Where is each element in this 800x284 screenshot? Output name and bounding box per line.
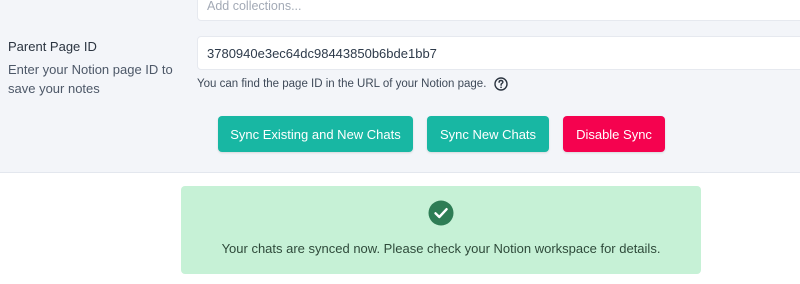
check-circle-icon [428,200,454,226]
disable-sync-button[interactable]: Disable Sync [563,116,665,152]
sync-existing-and-new-button[interactable]: Sync Existing and New Chats [218,116,413,152]
parent-page-id-input[interactable] [197,36,800,70]
parent-page-id-label: Parent Page ID [8,39,97,54]
sync-success-message: Your chats are synced now. Please check … [221,241,661,256]
page-id-hint-text: You can find the page ID in the URL of y… [197,78,487,90]
sync-settings-panel: Parent Page ID Enter your Notion page ID… [0,0,800,173]
question-circle-icon[interactable] [494,77,509,91]
sync-new-chats-button[interactable]: Sync New Chats [427,116,549,152]
parent-page-id-help: Enter your Notion page ID to save your n… [8,62,173,96]
collections-input[interactable] [197,0,800,21]
page-id-hint: You can find the page ID in the URL of y… [197,77,509,91]
